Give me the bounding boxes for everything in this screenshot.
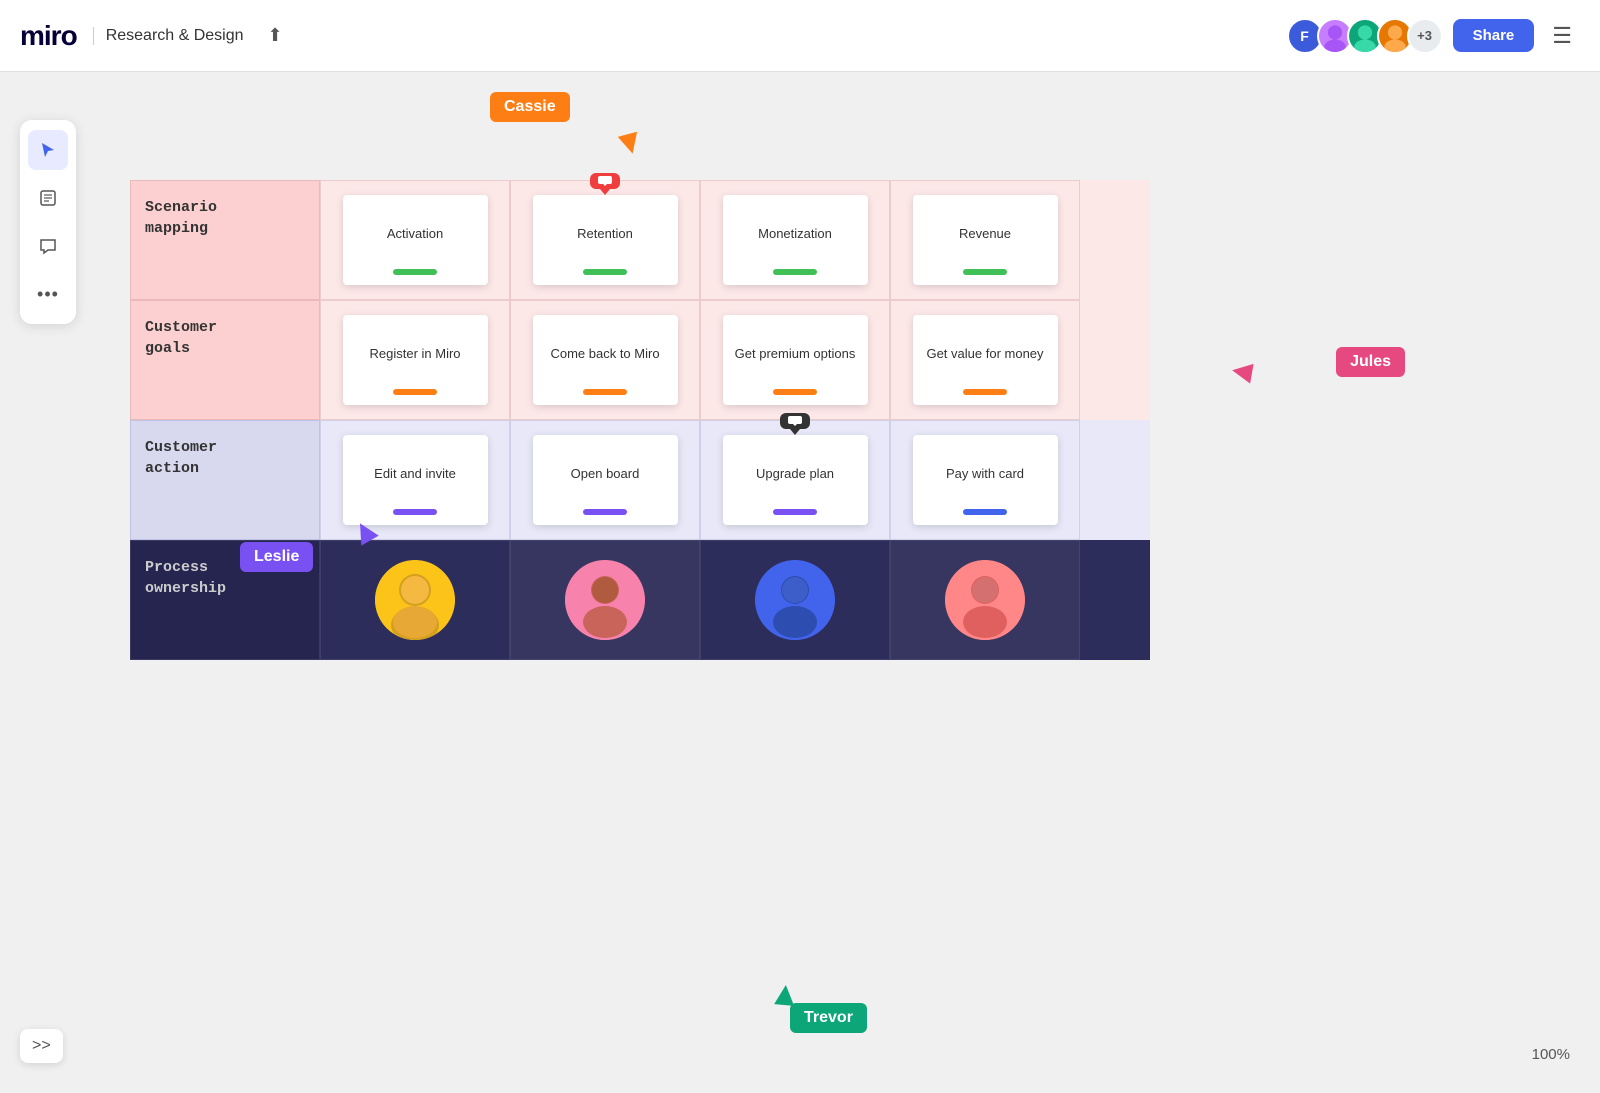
board-title[interactable]: Research & Design — [93, 27, 244, 45]
sticky-tool[interactable] — [28, 178, 68, 218]
sticky-value[interactable]: Get value for money — [913, 315, 1058, 405]
cell-revenue[interactable]: Revenue — [890, 180, 1080, 300]
sticky-revenue-text: Revenue — [959, 209, 1011, 259]
sticky-edit-invite-text: Edit and invite — [374, 449, 456, 499]
expand-button[interactable]: >> — [20, 1029, 63, 1063]
sticky-comeback-bar — [583, 389, 627, 395]
owner-avatar-1 — [375, 560, 455, 640]
sticky-activation-text: Activation — [387, 209, 443, 259]
sticky-pay-card[interactable]: Pay with card — [913, 435, 1058, 525]
sticky-register-bar — [393, 389, 437, 395]
cell-monetization[interactable]: Monetization — [700, 180, 890, 300]
sticky-value-text: Get value for money — [926, 329, 1043, 379]
zoom-indicator: 100% — [1532, 1046, 1570, 1063]
sticky-register-text: Register in Miro — [369, 329, 460, 379]
cell-upgrade-plan[interactable]: Upgrade plan — [700, 420, 890, 540]
sticky-retention-bar — [583, 269, 627, 275]
sticky-monetization[interactable]: Monetization — [723, 195, 868, 285]
sticky-edit-invite[interactable]: Edit and invite — [343, 435, 488, 525]
row-customer-goals: Customergoals Register in Miro Come back… — [130, 300, 1150, 420]
sticky-value-bar — [963, 389, 1007, 395]
sticky-monetization-text: Monetization — [758, 209, 832, 259]
cursor-tool[interactable] — [28, 130, 68, 170]
label-customer-action: Customeraction — [130, 420, 320, 540]
canvas: Cassie Jules Leslie Trevor Scenariomappi… — [0, 72, 1600, 1093]
sticky-comeback-text: Come back to Miro — [550, 329, 659, 379]
avatar-count[interactable]: +3 — [1407, 18, 1443, 54]
cell-owner-3 — [700, 540, 890, 660]
label-scenario-mapping: Scenariomapping — [130, 180, 320, 300]
header: miro Research & Design ⬆ F +3 Share ☰ — [0, 0, 1600, 72]
upgrade-plan-comment-icon — [780, 413, 810, 429]
sticky-monetization-bar — [773, 269, 817, 275]
share-button[interactable]: Share — [1453, 19, 1535, 52]
logo-area: miro Research & Design ⬆ — [20, 20, 283, 52]
avatar-group: F +3 — [1287, 18, 1443, 54]
cell-value[interactable]: Get value for money — [890, 300, 1080, 420]
upload-icon[interactable]: ⬆ — [268, 25, 283, 46]
sticky-upgrade-plan[interactable]: Upgrade plan — [723, 435, 868, 525]
owner-avatar-3 — [755, 560, 835, 640]
sticky-open-board-text: Open board — [571, 449, 640, 499]
sticky-upgrade-plan-text: Upgrade plan — [756, 449, 834, 499]
more-tool[interactable]: ••• — [28, 274, 68, 314]
sticky-activation[interactable]: Activation — [343, 195, 488, 285]
sticky-comeback[interactable]: Come back to Miro — [533, 315, 678, 405]
sticky-retention-text: Retention — [577, 209, 633, 259]
row-scenario-mapping: Scenariomapping Activation Retention — [130, 180, 1150, 300]
row-customer-action: Customeraction Edit and invite Open boar… — [130, 420, 1150, 540]
trevor-cursor-label: Trevor — [790, 1003, 867, 1033]
jules-cursor-arrow — [1230, 360, 1253, 383]
cassie-cursor-arrow — [618, 132, 642, 156]
sticky-premium-text: Get premium options — [735, 329, 856, 379]
comment-tool[interactable] — [28, 226, 68, 266]
jules-cursor-label: Jules — [1336, 347, 1405, 377]
left-toolbar: ••• — [20, 120, 76, 324]
cell-premium[interactable]: Get premium options — [700, 300, 890, 420]
header-right: F +3 Share ☰ — [1287, 18, 1580, 54]
sticky-edit-invite-bar — [393, 509, 437, 515]
cell-comeback[interactable]: Come back to Miro — [510, 300, 700, 420]
cell-retention[interactable]: Retention — [510, 180, 700, 300]
cell-register[interactable]: Register in Miro — [320, 300, 510, 420]
logo-text: miro — [20, 20, 77, 52]
sticky-premium[interactable]: Get premium options — [723, 315, 868, 405]
board-grid: Scenariomapping Activation Retention — [130, 180, 1150, 660]
leslie-cursor-label: Leslie — [240, 542, 313, 572]
cell-owner-2 — [510, 540, 700, 660]
cell-pay-card[interactable]: Pay with card — [890, 420, 1080, 540]
retention-comment-icon — [590, 173, 620, 189]
cell-edit-invite[interactable]: Edit and invite — [320, 420, 510, 540]
cell-open-board[interactable]: Open board — [510, 420, 700, 540]
cassie-cursor-label: Cassie — [490, 92, 570, 122]
sticky-pay-card-bar — [963, 509, 1007, 515]
sticky-pay-card-text: Pay with card — [946, 449, 1024, 499]
sticky-revenue[interactable]: Revenue — [913, 195, 1058, 285]
sticky-premium-bar — [773, 389, 817, 395]
owner-avatar-2 — [565, 560, 645, 640]
cell-owner-4 — [890, 540, 1080, 660]
sticky-retention[interactable]: Retention — [533, 195, 678, 285]
sticky-revenue-bar — [963, 269, 1007, 275]
sticky-open-board-bar — [583, 509, 627, 515]
menu-icon[interactable]: ☰ — [1544, 19, 1580, 53]
label-customer-goals: Customergoals — [130, 300, 320, 420]
trevor-cursor-arrow — [774, 984, 796, 1006]
sticky-upgrade-plan-bar — [773, 509, 817, 515]
cell-activation[interactable]: Activation — [320, 180, 510, 300]
cell-owner-1 — [320, 540, 510, 660]
customer-action-label: Customeraction — [145, 437, 217, 479]
sticky-activation-bar — [393, 269, 437, 275]
customer-goals-label: Customergoals — [145, 317, 217, 359]
process-ownership-label: Processownership — [145, 557, 226, 599]
owner-avatar-4 — [945, 560, 1025, 640]
sticky-open-board[interactable]: Open board — [533, 435, 678, 525]
scenario-mapping-label: Scenariomapping — [145, 197, 217, 239]
sticky-register[interactable]: Register in Miro — [343, 315, 488, 405]
